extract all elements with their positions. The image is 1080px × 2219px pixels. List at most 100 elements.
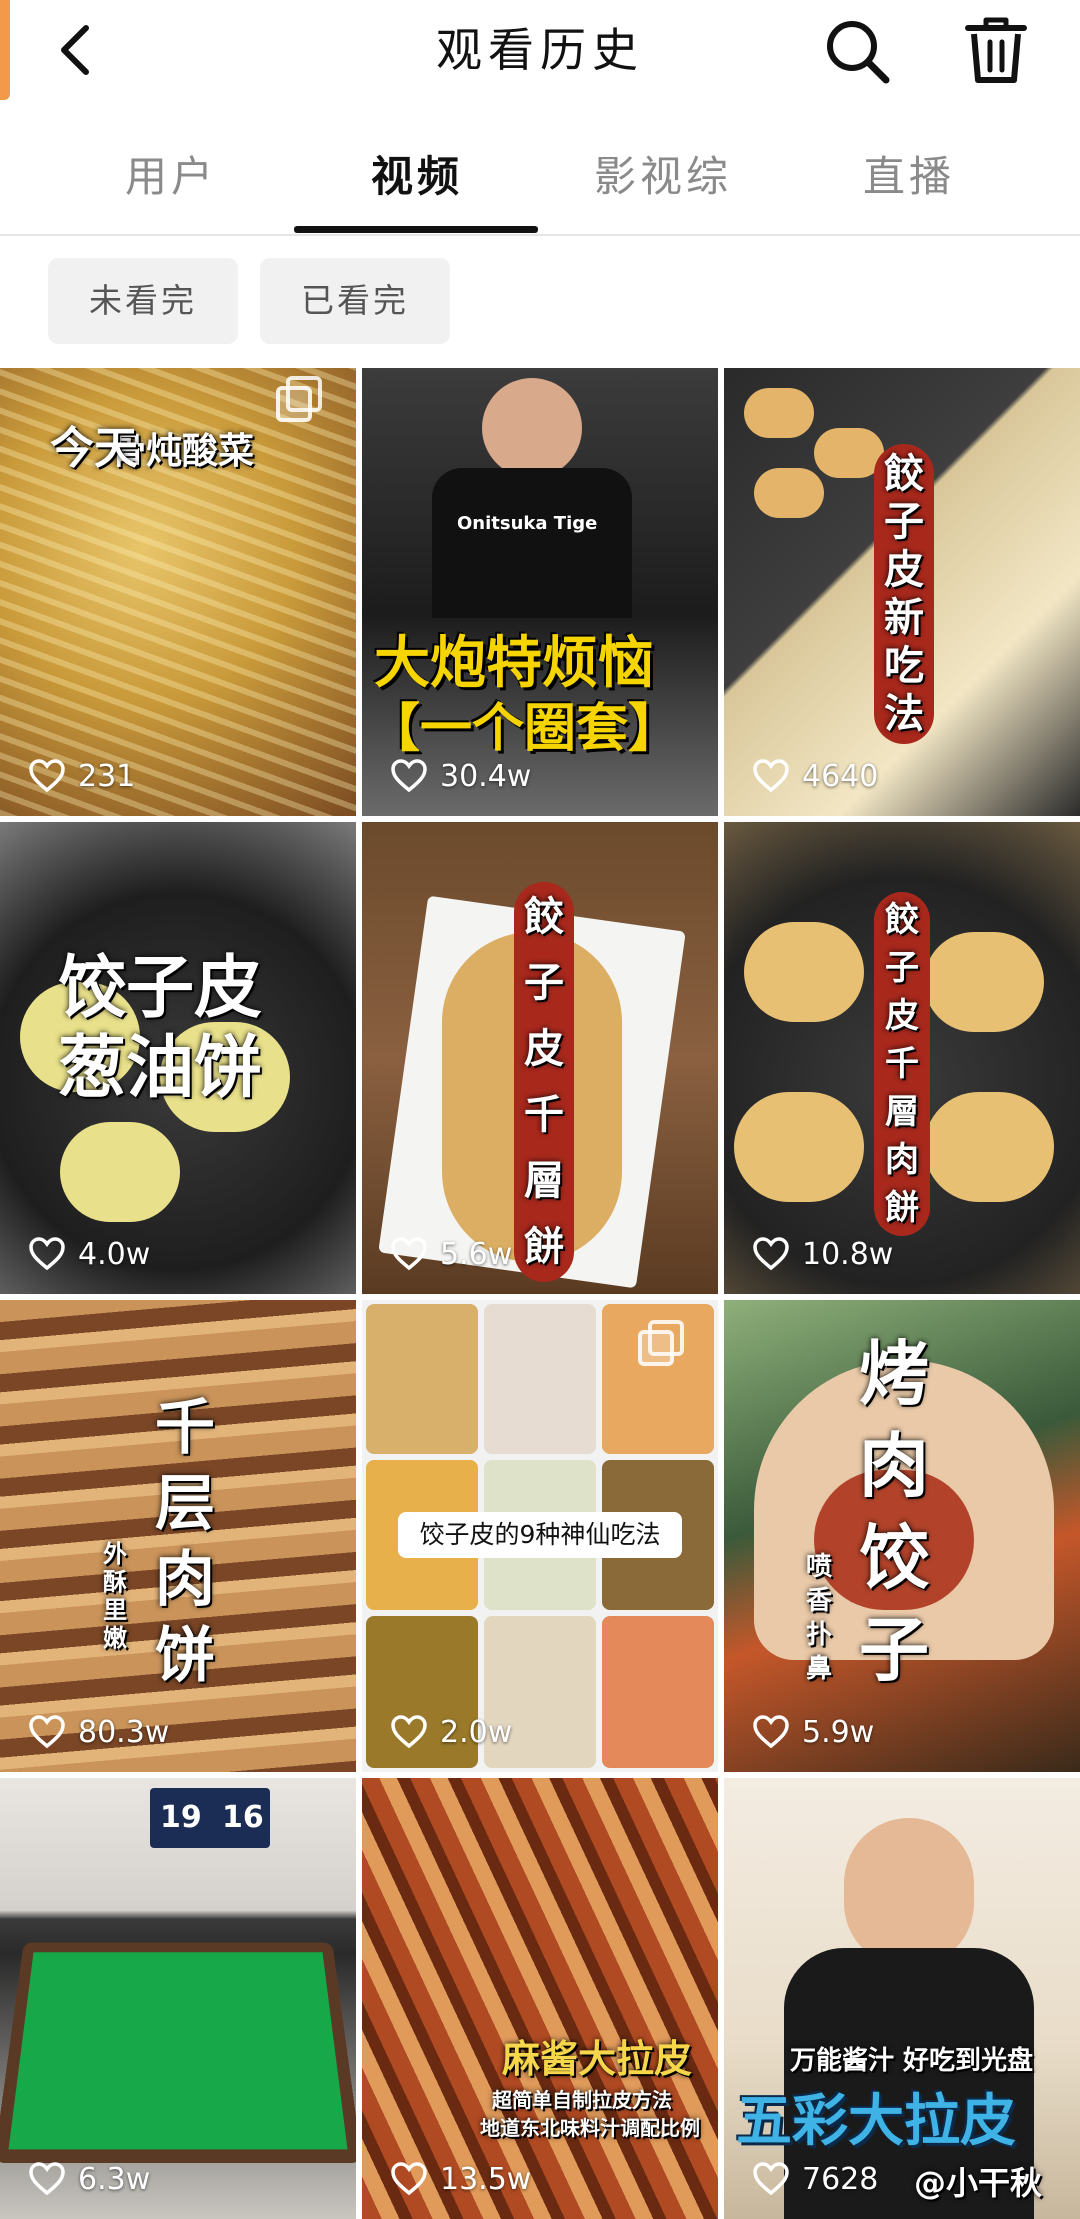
video-tile[interactable]: 餃子皮千層餅 5.6w xyxy=(362,822,718,1294)
like-count: 5.9w xyxy=(752,1712,874,1752)
like-count-value: 4.0w xyxy=(78,1236,151,1272)
like-count: 231 xyxy=(28,756,135,796)
video-tile[interactable]: 麻酱大拉皮 超简单自制拉皮方法 地道东北味料汁调配比例 13.5w xyxy=(362,1778,718,2219)
thumbnail-caption: 餃子皮千層餅 xyxy=(514,882,574,1282)
like-count-value: 10.8w xyxy=(802,1236,894,1272)
heart-icon xyxy=(29,1715,65,1749)
food-item xyxy=(734,1092,864,1202)
thumbnail-subcaption: 超简单自制拉皮方法 xyxy=(492,2088,672,2112)
heart-icon xyxy=(29,759,65,793)
food-item xyxy=(744,922,864,1022)
heart-icon xyxy=(753,1715,789,1749)
tab-videos[interactable]: 视频 xyxy=(294,120,540,234)
collage-photo xyxy=(366,1304,478,1454)
person-body xyxy=(432,468,632,618)
thumbnail-caption: 千层肉饼 xyxy=(155,1393,215,1691)
video-tile[interactable]: 餃子皮新吃法 4640 xyxy=(724,368,1080,816)
search-button[interactable] xyxy=(820,14,896,90)
thumbnail-caption: 五彩大拉皮 xyxy=(736,2089,1016,2154)
filter-unfinished[interactable]: 未看完 xyxy=(48,258,238,344)
like-count-value: 6.3w xyxy=(78,2161,151,2197)
heart-icon xyxy=(391,1237,427,1271)
food-item xyxy=(924,932,1044,1032)
video-tile[interactable]: 饺子皮 葱油饼 4.0w xyxy=(0,822,356,1294)
pool-table xyxy=(0,1942,356,2164)
like-count: 4640 xyxy=(752,756,878,796)
video-tile[interactable]: 万能酱汁 好吃到光盘 五彩大拉皮 @小干秋 7628 xyxy=(724,1778,1080,2219)
thumbnail-subcaption: 外酥里嫩 xyxy=(103,1540,127,1652)
like-count: 13.5w xyxy=(390,2159,531,2199)
score-left: 19 xyxy=(160,1800,202,1835)
search-icon xyxy=(827,21,890,84)
heart-icon xyxy=(391,2162,427,2196)
like-count-value: 30.4w xyxy=(440,758,532,794)
multi-image-icon xyxy=(638,1320,684,1366)
video-tile[interactable]: 餃子皮千層肉餅 10.8w xyxy=(724,822,1080,1294)
person-head xyxy=(844,1818,974,1968)
tab-users[interactable]: 用户 xyxy=(48,120,294,234)
thumbnail-caption: 麻酱大拉皮 xyxy=(502,2037,693,2081)
thumbnail-caption: 餃子皮新吃法 xyxy=(874,444,934,744)
video-tile[interactable]: 烤肉饺子 喷香扑鼻 5.9w xyxy=(724,1300,1080,1772)
person-head xyxy=(482,378,582,478)
food-item xyxy=(754,468,824,518)
thumbnail-caption: 烤肉饺子 xyxy=(859,1333,929,1691)
thumbnail-caption: 餃子皮千層肉餅 xyxy=(874,892,930,1236)
delete-button[interactable] xyxy=(958,12,1034,88)
food-item xyxy=(924,1092,1054,1202)
like-count: 30.4w xyxy=(390,756,531,796)
like-count-value: 2.0w xyxy=(440,1714,513,1750)
like-count: 5.6w xyxy=(390,1234,512,1274)
video-grid: 骨炖酸菜 今天 231 Onitsuka Tige 大炮特烦恼 【一个圈套】 3… xyxy=(0,368,1080,2219)
category-tabs: 用户 视频 影视综 直播 xyxy=(0,120,1080,236)
shirt-text: Onitsuka Tige xyxy=(457,513,598,534)
like-count: 10.8w xyxy=(752,1234,893,1274)
tab-film-tv-variety[interactable]: 影视综 xyxy=(540,120,786,234)
heart-icon xyxy=(753,2162,789,2196)
watermark: @小干秋 xyxy=(914,2164,1043,2202)
active-tab-indicator xyxy=(294,226,538,233)
page-title: 观看历史 xyxy=(436,23,644,77)
like-count: 7628 xyxy=(752,2159,878,2199)
today-label: 今天 xyxy=(50,423,138,474)
thumbnail-caption-2: 葱油饼 xyxy=(58,1029,263,1108)
chevron-left-icon xyxy=(61,25,89,75)
video-tile[interactable]: 千层肉饼 外酥里嫩 80.3w xyxy=(0,1300,356,1772)
like-count: 6.3w xyxy=(28,2159,150,2199)
collage-photo xyxy=(602,1616,714,1768)
top-bar: 观看历史 xyxy=(0,0,1080,100)
video-tile[interactable]: 19 16 6.3w xyxy=(0,1778,356,2219)
video-tile[interactable]: 饺子皮的9种神仙吃法 2.0w xyxy=(362,1300,718,1772)
like-count-value: 231 xyxy=(78,758,136,794)
thumbnail-subcaption: 喷香扑鼻 xyxy=(805,1552,832,1684)
trash-icon xyxy=(965,17,1027,83)
video-tile[interactable]: Onitsuka Tige 大炮特烦恼 【一个圈套】 30.4w xyxy=(362,368,718,816)
heart-icon xyxy=(753,1237,789,1271)
heart-icon xyxy=(29,1237,65,1271)
heart-icon xyxy=(753,759,789,793)
tab-live[interactable]: 直播 xyxy=(786,120,1032,234)
like-count-value: 4640 xyxy=(802,758,879,794)
food-item xyxy=(60,1122,180,1222)
heart-icon xyxy=(391,759,427,793)
back-button[interactable] xyxy=(44,14,116,86)
like-count-value: 5.6w xyxy=(440,1236,513,1272)
like-count-value: 13.5w xyxy=(440,2161,532,2197)
filter-finished[interactable]: 已看完 xyxy=(260,258,450,344)
edge-accent xyxy=(0,0,10,100)
thumbnail-caption-top: 万能酱汁 好吃到光盘 xyxy=(790,2046,1034,2076)
like-count: 4.0w xyxy=(28,1234,150,1274)
thumbnail-caption: 饺子皮的9种神仙吃法 xyxy=(398,1512,682,1558)
like-count: 2.0w xyxy=(390,1712,512,1752)
heart-icon xyxy=(391,1715,427,1749)
multi-image-icon xyxy=(276,376,322,422)
food-item xyxy=(744,388,814,438)
score-right: 16 xyxy=(222,1800,264,1835)
video-thumbnail xyxy=(362,1778,718,2219)
video-tile[interactable]: 骨炖酸菜 今天 231 xyxy=(0,368,356,816)
thumbnail-caption-2: 【一个圈套】 xyxy=(368,699,681,759)
like-count-value: 7628 xyxy=(802,2161,879,2197)
thumbnail-subcaption-2: 地道东北味料汁调配比例 xyxy=(480,2116,700,2140)
heart-icon xyxy=(29,2162,65,2196)
like-count: 80.3w xyxy=(28,1712,169,1752)
